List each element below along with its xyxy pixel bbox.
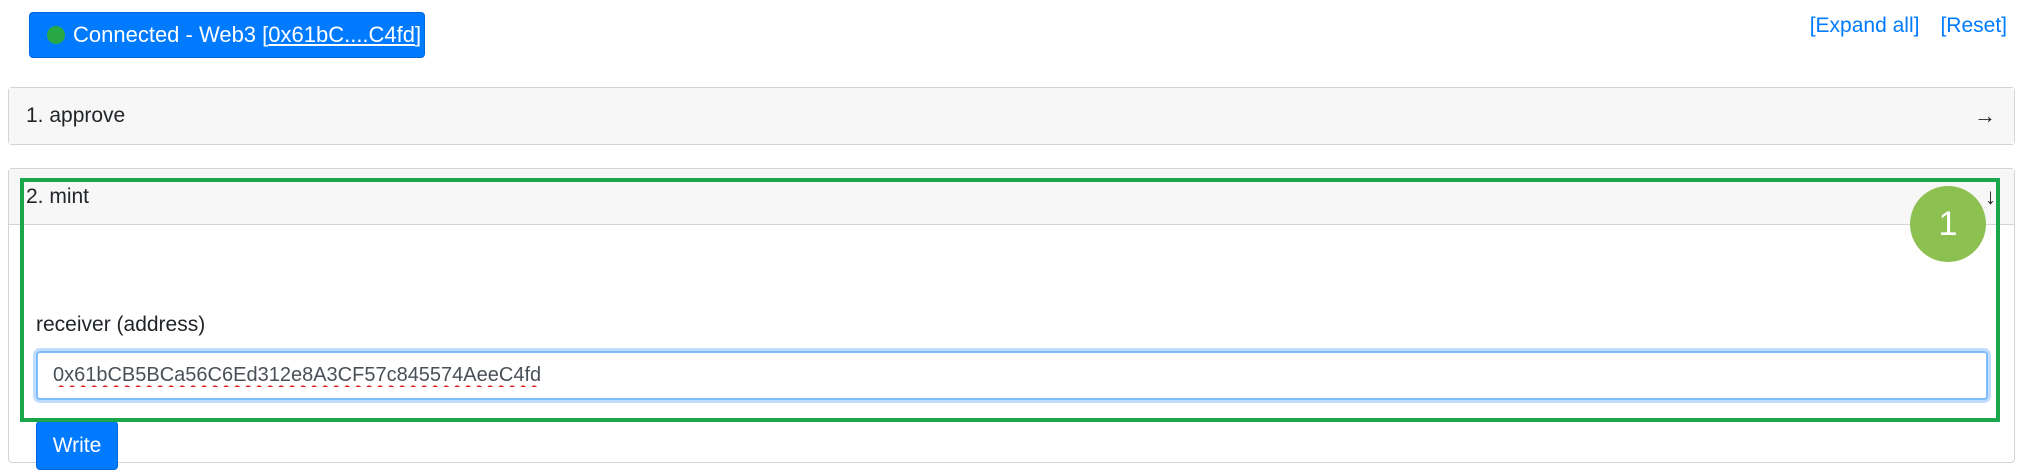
connection-status-button[interactable]: Connected - Web3 [0x61bC....C4fd] [29, 12, 425, 58]
write-button[interactable]: Write [36, 421, 118, 470]
expand-all-link[interactable]: [Expand all] [1810, 14, 1920, 38]
function-card-approve: 1. approve → [8, 87, 2015, 145]
top-links: [Expand all] [Reset] [1810, 14, 2007, 38]
function-header-mint[interactable]: 2. mint ↓ [9, 169, 2014, 225]
arrow-down-icon: ↓ [1985, 183, 1996, 209]
connection-suffix: ] [415, 22, 422, 47]
connected-address-link[interactable]: 0x61bC....C4fd [268, 22, 415, 48]
function-card-mint: 2. mint ↓ receiver (address) Write [8, 168, 2015, 470]
function-header-approve[interactable]: 1. approve → [9, 88, 2014, 144]
connection-label: Connected - Web3 [ [73, 22, 269, 47]
arrow-right-icon: → [1974, 103, 1996, 128]
function-title: 2. mint [26, 184, 90, 208]
receiver-label: receiver (address) [36, 313, 206, 336]
reset-link[interactable]: [Reset] [1940, 14, 2007, 38]
function-title: 1. approve [26, 104, 126, 127]
status-dot-icon [47, 26, 65, 44]
receiver-address-input[interactable] [36, 351, 1988, 400]
